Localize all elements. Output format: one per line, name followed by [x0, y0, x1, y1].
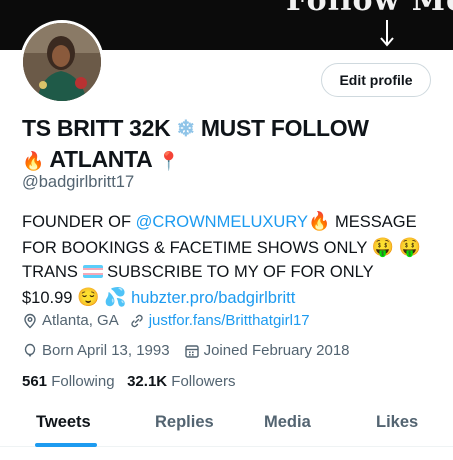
tab-likes[interactable]: Likes	[376, 413, 418, 432]
fire-icon: 🔥	[22, 151, 45, 171]
profile-tabs: Tweets Replies Media Likes	[0, 408, 453, 447]
birthday-text: Born April 13, 1993	[42, 342, 170, 359]
sweat-droplets-icon: 💦	[104, 286, 127, 307]
location-text: Atlanta, GA	[42, 312, 119, 329]
name-part-2: MUST FOLLOW	[200, 115, 369, 141]
display-name: TS BRITT 32K ❄ MUST FOLLOW 🔥 ATLANTA 📍	[22, 113, 442, 176]
calendar-icon	[184, 344, 199, 358]
tab-media[interactable]: Media	[264, 413, 311, 432]
arrow-down-icon	[380, 20, 394, 47]
bio-text: FOUNDER OF	[22, 213, 136, 231]
following-label: Following	[51, 373, 115, 390]
snowflake-icon: ❄	[176, 116, 195, 141]
following-count: 561	[22, 373, 48, 390]
money-face-icon: 🤑	[398, 236, 422, 257]
name-part-1: TS BRITT 32K	[22, 115, 171, 141]
location-icon	[24, 313, 36, 328]
dates-row: Born April 13, 1993 Joined February 2018	[22, 342, 350, 359]
following-link[interactable]: 561 Following	[22, 373, 115, 390]
bio-text: MESSAGE	[330, 213, 417, 231]
avatar[interactable]	[20, 20, 104, 104]
profile-bio: FOUNDER OF @CROWNMELUXURY🔥 MESSAGE FOR B…	[22, 209, 447, 310]
pin-icon: 📍	[157, 151, 180, 171]
link-icon	[131, 314, 143, 327]
followers-label: Followers	[171, 373, 236, 390]
relieved-face-icon: 😌	[77, 286, 100, 307]
profile-handle: @badgirlbritt17	[22, 173, 135, 191]
hubzter-link[interactable]: hubzter.pro/badgirlbritt	[131, 289, 295, 307]
tab-tweets[interactable]: Tweets	[36, 413, 91, 432]
banner-text: Follow Me	[286, 0, 453, 18]
followers-link[interactable]: 32.1K Followers	[127, 373, 235, 390]
money-face-icon: 🤑	[371, 236, 395, 257]
active-tab-indicator	[35, 443, 97, 447]
joined-text: Joined February 2018	[203, 342, 350, 359]
avatar-photo	[23, 23, 101, 101]
bio-text: SUBSCRIBE TO MY OF FOR ONLY	[107, 263, 374, 281]
trans-flag-icon	[82, 265, 103, 278]
location-row: Atlanta, GA justfor.fans/Britthatgirl17	[22, 312, 310, 329]
website-link[interactable]: justfor.fans/Britthatgirl17	[149, 312, 310, 329]
followers-count: 32.1K	[127, 373, 168, 390]
tab-replies[interactable]: Replies	[155, 413, 214, 432]
edit-profile-button[interactable]: Edit profile	[321, 63, 431, 97]
fire-icon: 🔥	[307, 211, 331, 231]
bio-text: FOR BOOKINGS & FACETIME SHOWS ONLY	[22, 238, 368, 257]
follow-stats: 561 Following 32.1K Followers	[22, 373, 235, 390]
name-part-3: ATLANTA	[49, 146, 152, 172]
crownmeluxury-link[interactable]: @CROWNMELUXURY	[136, 213, 308, 231]
bio-text: TRANS	[22, 263, 78, 281]
balloon-icon	[24, 343, 36, 357]
bio-text: $10.99	[22, 288, 73, 307]
